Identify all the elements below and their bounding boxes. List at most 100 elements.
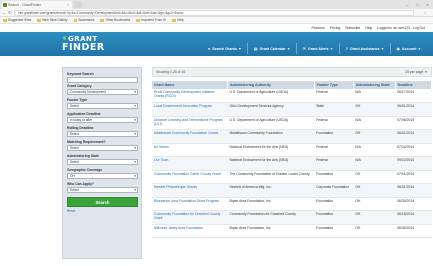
grant-name-link[interactable]: Community Foundation for Crawford County… xyxy=(152,210,228,225)
chevron-down-icon: ▾ xyxy=(238,46,241,51)
alert-icon: ✉ xyxy=(302,46,306,51)
top-link[interactable]: Pricing xyxy=(330,26,340,30)
table-cell: 07/01/2014 xyxy=(395,170,432,184)
new-tab-button[interactable] xyxy=(74,1,82,8)
nav-label: Grant Calendar xyxy=(259,46,286,51)
minimize-icon[interactable]: – xyxy=(404,1,411,8)
table-cell: OH xyxy=(353,183,396,198)
folder-icon xyxy=(73,18,77,22)
tab-title: Search - GrantFinder xyxy=(8,3,41,7)
browser-tab[interactable]: Search - GrantFinder × xyxy=(2,1,72,9)
nav-grant-calendar[interactable]: ▦ Grant Calendar ▾ xyxy=(246,43,296,54)
folder-icon xyxy=(136,18,140,22)
close-icon[interactable]: × xyxy=(67,1,69,9)
chevron-down-icon: ▾ xyxy=(330,46,333,51)
grant-name-link[interactable]: Local Government Innovation Program xyxy=(152,102,228,117)
address-bar: ← ↻ info.grantfinder.com/grants/search?q… xyxy=(0,9,433,17)
geographic-coverage-select[interactable]: OH ▾ xyxy=(67,173,138,179)
funder-type-select[interactable]: Select ▾ xyxy=(67,103,138,109)
bookmark-label: Other Bookmarks xyxy=(105,18,131,22)
bookmark-item[interactable]: Help xyxy=(172,18,184,22)
grant-name-link[interactable]: Distance Learning and Telemedicine Progr… xyxy=(152,116,228,130)
select-value: Select xyxy=(70,104,79,108)
maximize-icon[interactable]: □ xyxy=(414,1,421,8)
table-row: Bluepenke Area Foundation Grant Program B… xyxy=(152,197,432,211)
bookmark-item[interactable]: Bookmarks xyxy=(73,18,94,22)
table-cell: Corporate Foundation xyxy=(314,183,354,198)
grant-name-link[interactable]: Art Works xyxy=(152,143,228,157)
main-nav: ⌕ Search Grants ▾ ▦ Grant Calendar ▾ ✉ Grant Al… xyxy=(202,43,426,54)
table-cell: OH xyxy=(353,129,396,144)
per-page-select[interactable]: 25 per page ▾ xyxy=(405,70,427,74)
grant-name-link[interactable]: Millcreek Valley Area Foundation xyxy=(152,224,228,238)
results-table: Grant Name Administering Authority Funder … xyxy=(152,81,433,238)
top-link[interactable]: Help xyxy=(365,26,372,30)
results-panel: Showing 1-25 of 46 25 per page ▾ Grant Na… xyxy=(152,67,433,266)
chevron-down-icon: ▾ xyxy=(381,46,384,51)
table-row: Rural Community Development Initiative G… xyxy=(152,89,432,103)
grant-name-link[interactable]: Bluepenke Area Foundation Grant Program xyxy=(152,197,228,211)
matching-requirement-label: Matching Requirement? xyxy=(67,140,106,144)
table-cell: Community Foundation for Crawford County xyxy=(227,210,315,225)
matching-requirement-select[interactable]: Select ▾ xyxy=(67,145,138,151)
nav-search-grants[interactable]: ⌕ Search Grants ▾ xyxy=(202,43,247,54)
grant-name-link[interactable]: Middletown Community Foundation Grants xyxy=(152,129,228,144)
table-row: Community Foundation for Crawford County… xyxy=(152,210,432,225)
reset-link[interactable]: Reset xyxy=(67,209,137,213)
back-icon[interactable]: ← xyxy=(2,10,7,16)
table-cell: Foundation xyxy=(314,210,354,225)
grant-name-link[interactable]: Our Town xyxy=(152,156,228,171)
table-cell: Bryan Area Foundation, Inc. xyxy=(227,197,315,211)
chevron-down-icon: ▾ xyxy=(134,146,136,150)
nav-account[interactable]: ◉ Account ▾ xyxy=(389,43,427,54)
grant-name-link[interactable]: Community Foundation Carter County Grant xyxy=(152,170,228,184)
url-field[interactable]: info.grantfinder.com/grants/search?q=&s=… xyxy=(14,10,414,16)
window-close-icon[interactable]: × xyxy=(424,1,431,8)
search-filters-panel: Keyword Search Grant Category Community D… xyxy=(62,67,142,259)
bookmark-item[interactable]: Imported From IE xyxy=(136,18,166,22)
bookmarks-bar: Suggested Sites Web Slice Gallery Bookmark… xyxy=(0,17,433,24)
top-link[interactable]: Features xyxy=(311,26,324,30)
bookmark-item[interactable]: Web Slice Gallery xyxy=(37,18,68,22)
table-cell: National Endowment for the Arts (NEA) xyxy=(227,156,315,171)
who-can-apply-select[interactable]: Select ▾ xyxy=(67,187,138,193)
refresh-icon[interactable]: ↻ xyxy=(8,10,12,16)
column-header[interactable]: Administering State xyxy=(353,81,396,89)
keyword-search-label: Keyword Search xyxy=(67,72,94,76)
bookmark-item[interactable]: Suggested Sites xyxy=(3,18,31,22)
top-link[interactable]: Subscribe xyxy=(345,26,360,30)
top-link[interactable]: Logged in as user123 - Log Out xyxy=(377,26,425,30)
table-cell: OH xyxy=(353,210,396,225)
table-cell: U.S. Department of Agriculture (USDA) xyxy=(227,89,315,103)
column-header[interactable]: Grant Name xyxy=(152,81,228,89)
site-header: ❦ GRANT FINDER ⌕ Search Grants ▾ ▦ Grant Cal… xyxy=(0,32,433,56)
search-button[interactable]: Search xyxy=(67,197,138,207)
column-header[interactable]: Funder Type xyxy=(314,81,354,89)
rolling-deadline-select[interactable]: Select ▾ xyxy=(67,131,138,137)
column-header[interactable]: Deadline xyxy=(395,81,433,89)
table-cell: N/A xyxy=(353,89,396,103)
grantfinder-logo[interactable]: ❦ GRANT FINDER xyxy=(62,36,105,53)
grant-name-link[interactable]: Rural Community Development Initiative G… xyxy=(152,89,228,103)
table-cell: N/A xyxy=(353,116,396,130)
results-toolbar: Showing 1-25 of 46 25 per page ▾ xyxy=(152,67,432,77)
window-controls: – □ × xyxy=(404,1,431,8)
table-cell: Foundation xyxy=(314,197,354,211)
application-deadline-select[interactable]: in today or after ▾ xyxy=(67,117,138,123)
star-icon[interactable]: ☆ xyxy=(423,10,427,16)
table-cell: 06/17/2014 xyxy=(395,89,432,103)
user-icon: ◉ xyxy=(396,46,401,51)
table-cell: Ohio Development Services Agency xyxy=(227,102,315,117)
administering-state-select[interactable]: Select ▾ xyxy=(67,159,138,165)
grant-name-link[interactable]: Hewlett Philanthropic Grants xyxy=(152,183,228,198)
table-cell: Foundation xyxy=(314,129,354,144)
nav-label: Grant Alerts xyxy=(307,46,329,51)
grant-category-select[interactable]: Community Development ▾ xyxy=(67,89,138,95)
administering-state-label: Administering State xyxy=(67,154,100,158)
column-header[interactable]: Administering Authority xyxy=(227,81,315,89)
bookmark-item[interactable]: Other Bookmarks xyxy=(100,18,130,22)
nav-grant-alerts[interactable]: ✉ Grant Alerts ▾ xyxy=(295,43,339,54)
nav-grant-assistance[interactable]: ? Grant Assistance ▾ xyxy=(338,43,390,54)
table-cell: 06/30/2014 xyxy=(395,197,432,211)
keyword-search-input[interactable] xyxy=(67,77,138,83)
